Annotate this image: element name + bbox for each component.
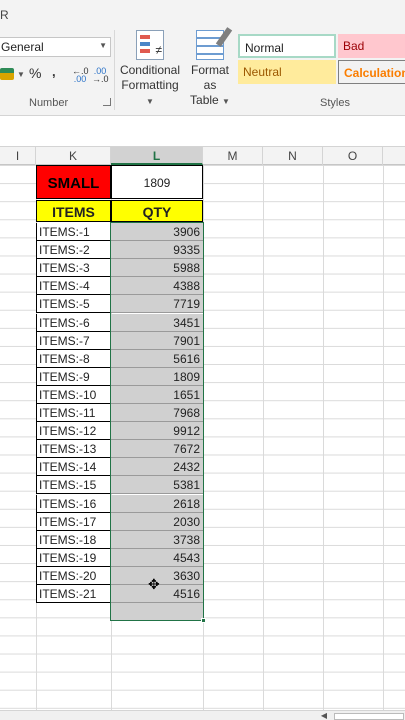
- percent-style-button[interactable]: %: [29, 65, 41, 85]
- cross-cursor-icon: ✥: [148, 576, 160, 592]
- chevron-down-icon: ▼: [99, 41, 107, 50]
- column-header-k[interactable]: K: [36, 147, 111, 165]
- gridline: [203, 165, 204, 710]
- scrollbar-thumb[interactable]: [334, 713, 404, 720]
- style-bad[interactable]: Bad: [338, 34, 405, 58]
- item-name-cell[interactable]: ITEMS:-4: [36, 277, 111, 296]
- conditional-formatting-icon: ≠: [136, 30, 164, 60]
- style-calculation[interactable]: Calculation: [338, 60, 405, 84]
- items-header-cell[interactable]: ITEMS: [36, 200, 111, 222]
- format-as-table-label-2: Table: [190, 93, 219, 107]
- column-header-o[interactable]: O: [323, 147, 383, 165]
- scroll-left-icon[interactable]: ◀: [318, 711, 330, 720]
- item-name-cell[interactable]: ITEMS:-8: [36, 349, 111, 368]
- item-name-cell[interactable]: ITEMS:-9: [36, 367, 111, 386]
- item-name-cell[interactable]: ITEMS:-2: [36, 241, 111, 260]
- comma-style-button[interactable]: ,: [52, 64, 56, 84]
- increase-decimal-button[interactable]: ←.0 .00: [72, 67, 89, 84]
- item-name-cell[interactable]: ITEMS:-19: [36, 548, 111, 567]
- format-as-table-label-1: Format as: [190, 63, 229, 92]
- gridline: [383, 165, 384, 710]
- item-qty-cell[interactable]: 9912: [111, 422, 203, 441]
- worksheet-grid[interactable]: SMALL 1809 ITEMS QTY ITEMS:-1 3906 ITEMS:-…: [0, 165, 405, 710]
- title-fragment: R: [0, 8, 9, 22]
- small-label-cell[interactable]: SMALL: [36, 165, 111, 199]
- item-qty-cell[interactable]: 3451: [111, 313, 203, 332]
- format-as-table-icon: [196, 30, 224, 60]
- increase-decimal-bottom: .00: [73, 74, 87, 84]
- item-name-cell[interactable]: ITEMS:-20: [36, 566, 111, 585]
- column-header-row: I K L M N O: [0, 147, 405, 165]
- qty-header-cell[interactable]: QTY: [111, 200, 203, 222]
- decrease-decimal-button[interactable]: .00 →.0: [92, 67, 109, 84]
- chevron-down-icon: ▼: [146, 97, 154, 106]
- item-qty-cell[interactable]: 3738: [111, 530, 203, 549]
- item-name-cell[interactable]: ITEMS:-14: [36, 458, 111, 477]
- item-qty-cell[interactable]: 5616: [111, 349, 203, 368]
- accounting-format-icon[interactable]: [0, 68, 14, 80]
- item-name-cell[interactable]: ITEMS:-10: [36, 385, 111, 404]
- item-qty-cell[interactable]: 7719: [111, 295, 203, 314]
- small-value-cell[interactable]: 1809: [111, 165, 203, 199]
- style-neutral[interactable]: Neutral: [238, 60, 336, 84]
- item-qty-cell[interactable]: 7672: [111, 440, 203, 459]
- item-qty-cell[interactable]: 5381: [111, 476, 203, 495]
- gridline: [263, 165, 264, 710]
- item-name-cell[interactable]: ITEMS:-5: [36, 295, 111, 314]
- number-dialog-launcher-icon[interactable]: [103, 98, 111, 106]
- item-qty-cell[interactable]: 2030: [111, 512, 203, 531]
- ribbon: R General ▼ ▼ % , ←.0 .00 .00 →.0 Number…: [0, 0, 405, 116]
- item-qty-cell[interactable]: 4543: [111, 548, 203, 567]
- conditional-formatting-label-1: Conditional: [119, 63, 181, 77]
- item-name-cell[interactable]: ITEMS:-17: [36, 512, 111, 531]
- column-header-i[interactable]: I: [0, 147, 36, 165]
- item-name-cell[interactable]: ITEMS:-15: [36, 476, 111, 495]
- item-name-cell[interactable]: ITEMS:-11: [36, 404, 111, 422]
- format-as-table-button[interactable]: Format as Table ▼: [184, 30, 236, 109]
- item-qty-cell-empty[interactable]: [111, 603, 203, 622]
- item-qty-cell[interactable]: 3906: [111, 223, 203, 241]
- item-qty-cell[interactable]: 7901: [111, 331, 203, 350]
- conditional-formatting-button[interactable]: ≠ Conditional Formatting ▼: [118, 30, 182, 109]
- style-normal[interactable]: Normal: [238, 34, 336, 58]
- item-name-cell[interactable]: ITEMS:-18: [36, 530, 111, 549]
- item-name-cell[interactable]: ITEMS:-1: [36, 223, 111, 241]
- item-qty-cell[interactable]: 2618: [111, 494, 203, 513]
- gridline: [323, 165, 324, 710]
- item-name-cell[interactable]: ITEMS:-13: [36, 440, 111, 459]
- item-name-cell[interactable]: ITEMS:-6: [36, 313, 111, 332]
- column-header-m[interactable]: M: [203, 147, 263, 165]
- item-qty-cell[interactable]: 5988: [111, 259, 203, 278]
- group-separator: [114, 30, 115, 110]
- decrease-decimal-bottom: →.0: [92, 74, 109, 84]
- accounting-dropdown-icon[interactable]: ▼: [17, 70, 25, 90]
- fill-handle[interactable]: [201, 618, 206, 624]
- number-format-dropdown[interactable]: General ▼: [0, 37, 111, 57]
- item-name-cell[interactable]: ITEMS:-21: [36, 585, 111, 603]
- number-group-label: Number: [29, 97, 69, 109]
- item-name-cell[interactable]: ITEMS:-3: [36, 259, 111, 278]
- number-format-value: General: [1, 40, 44, 54]
- conditional-formatting-label-2: Formatting: [121, 78, 179, 92]
- styles-group-label: Styles: [320, 97, 350, 109]
- column-header-n[interactable]: N: [263, 147, 323, 165]
- item-name-cell[interactable]: ITEMS:-16: [36, 494, 111, 513]
- column-header-l[interactable]: L: [111, 147, 203, 165]
- item-qty-cell[interactable]: 1651: [111, 385, 203, 404]
- item-qty-cell[interactable]: 1809: [111, 367, 203, 386]
- item-qty-cell[interactable]: 2432: [111, 458, 203, 477]
- horizontal-scrollbar[interactable]: ◀: [0, 710, 405, 720]
- item-name-cell[interactable]: ITEMS:-12: [36, 422, 111, 441]
- item-qty-cell[interactable]: 9335: [111, 241, 203, 260]
- item-qty-cell[interactable]: 4388: [111, 277, 203, 296]
- item-qty-cell[interactable]: 7968: [111, 404, 203, 422]
- item-name-cell[interactable]: ITEMS:-7: [36, 331, 111, 350]
- chevron-down-icon: ▼: [222, 97, 230, 106]
- formula-bar-area[interactable]: [0, 117, 405, 147]
